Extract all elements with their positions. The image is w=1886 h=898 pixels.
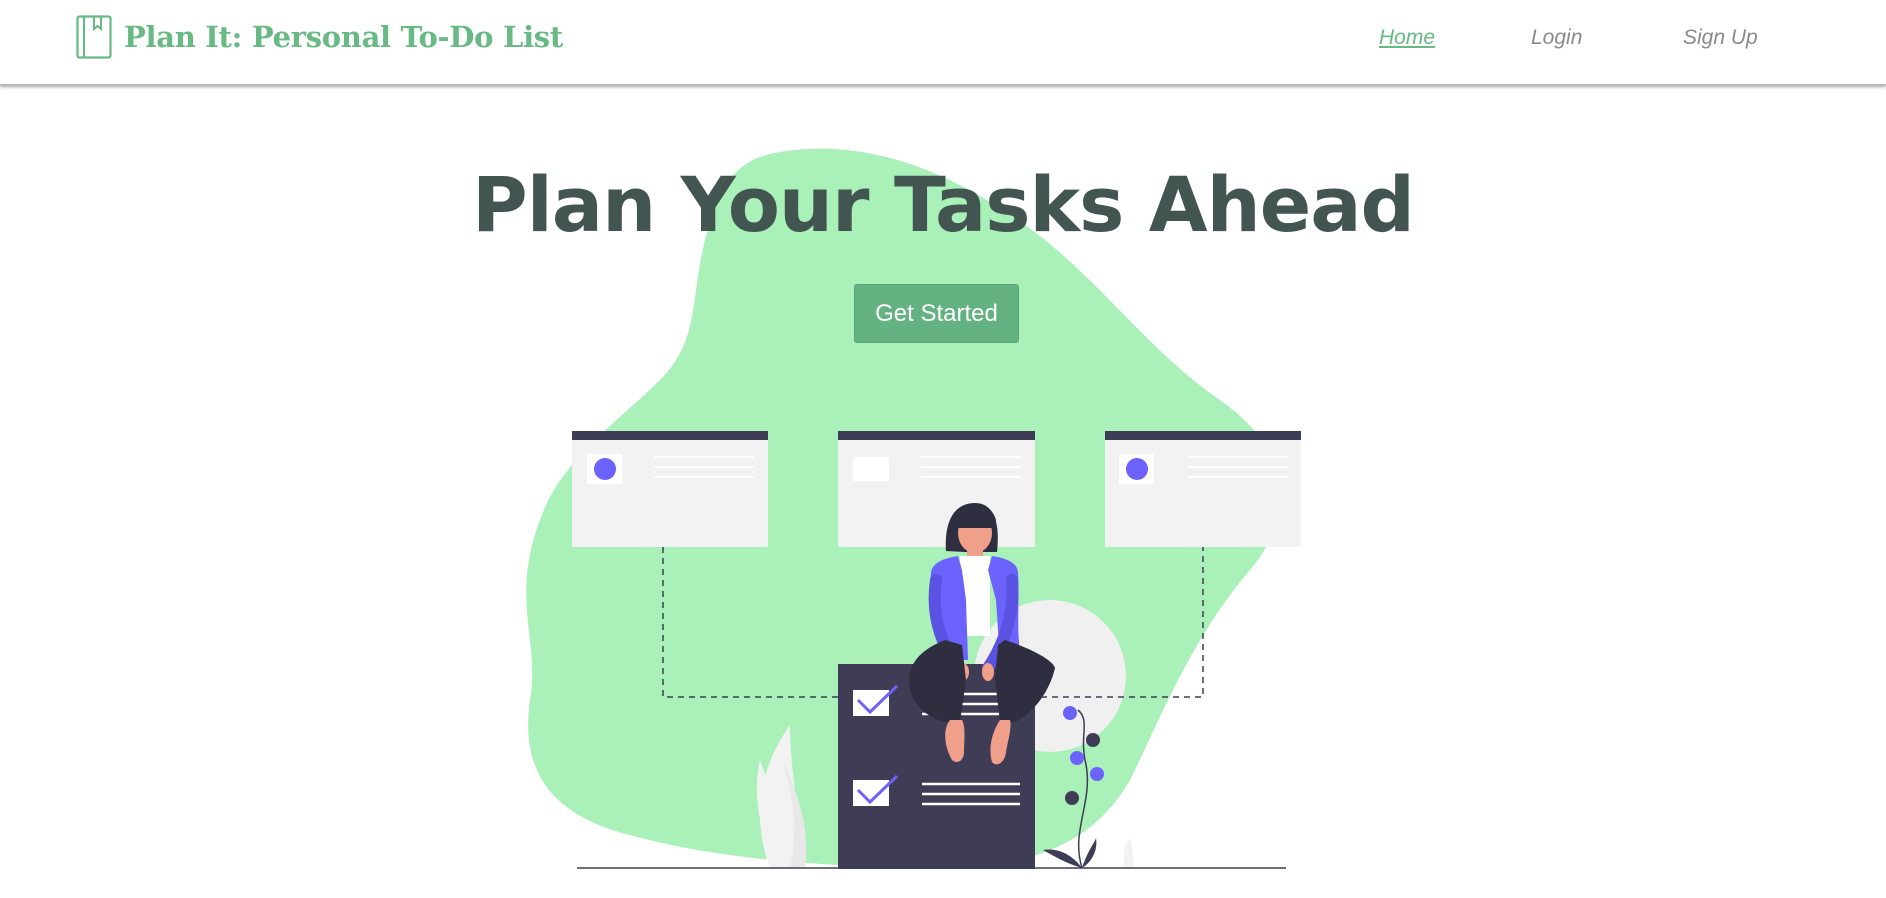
nav-link-home[interactable]: Home bbox=[1379, 26, 1435, 50]
nav-link-login[interactable]: Login bbox=[1531, 26, 1582, 50]
task-card-1 bbox=[572, 431, 768, 547]
hero-title: Plan Your Tasks Ahead bbox=[472, 160, 1415, 249]
nav-link-sign-up[interactable]: Sign Up bbox=[1683, 26, 1758, 50]
brand-link[interactable]: Plan It: Personal To-Do List bbox=[76, 14, 563, 60]
task-card-2 bbox=[838, 431, 1035, 547]
task-card-3 bbox=[1105, 431, 1301, 547]
hero-illustration bbox=[526, 148, 1301, 869]
grass-right bbox=[1123, 838, 1134, 868]
get-started-button[interactable]: Get Started bbox=[854, 284, 1019, 343]
book-icon bbox=[76, 15, 112, 59]
brand-title: Plan It: Personal To-Do List bbox=[124, 20, 563, 54]
navbar: Plan It: Personal To-Do List Home Login … bbox=[0, 0, 1886, 85]
